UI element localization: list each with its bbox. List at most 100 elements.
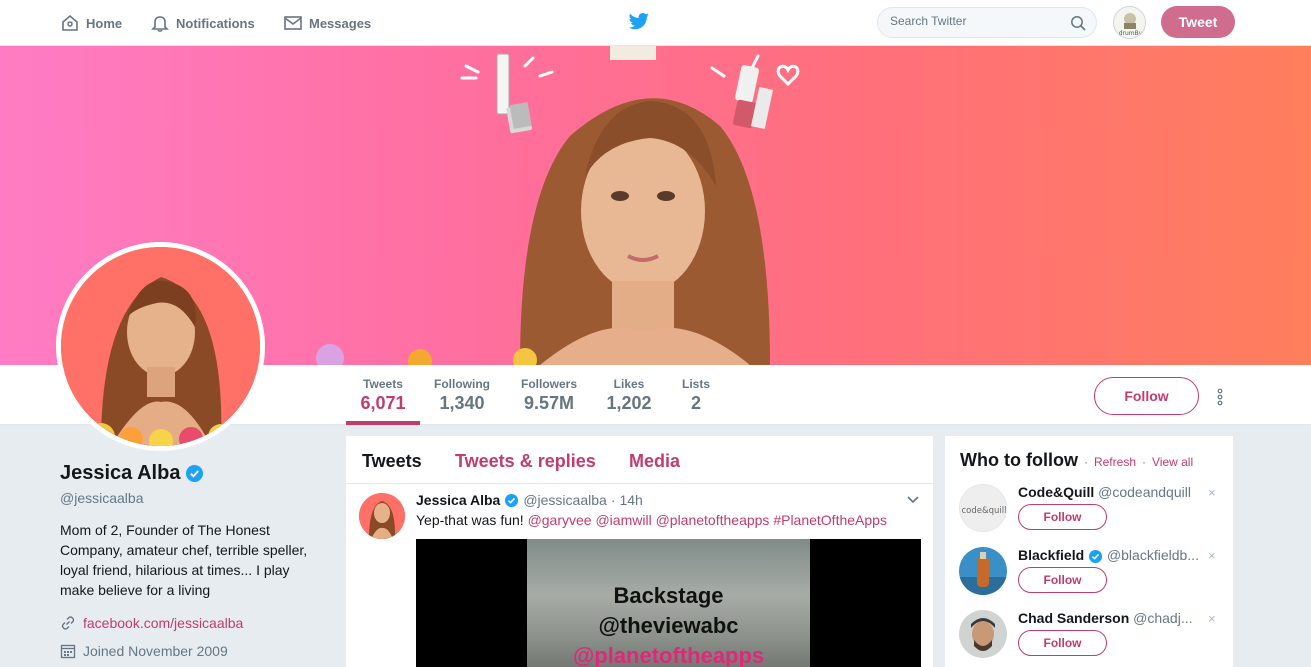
stat-value: 1,202: [606, 393, 652, 413]
stat-lists[interactable]: Lists 2: [676, 377, 716, 414]
profile-name: Jessica Alba: [60, 462, 204, 485]
suggestion-name[interactable]: Code&Quill: [1018, 484, 1094, 500]
tweet-author-name[interactable]: Jessica Alba: [416, 492, 500, 508]
stat-value: 9.57M: [523, 393, 575, 413]
website-link[interactable]: facebook.com/jessicaalba: [83, 615, 243, 631]
stat-followers[interactable]: Followers 9.57M: [514, 377, 584, 414]
tweet-text-plain: Yep-that was fun!: [416, 512, 528, 528]
profile-website[interactable]: facebook.com/jessicaalba: [60, 615, 243, 631]
home-icon: [62, 14, 78, 31]
suggestion-avatar[interactable]: [959, 610, 1007, 658]
suggestion-name[interactable]: Chad Sanderson: [1018, 610, 1129, 626]
suggestion-name[interactable]: Blackfield: [1018, 547, 1084, 563]
stat-likes[interactable]: Likes 1,202: [602, 377, 656, 414]
verified-badge-icon: [1088, 549, 1103, 563]
profile-joined: Joined November 2009: [60, 643, 228, 659]
search-icon[interactable]: [1070, 15, 1086, 31]
tweet-timestamp[interactable]: 14h: [619, 492, 642, 508]
profile-handle: @jessicaalba: [60, 490, 144, 506]
chevron-down-icon[interactable]: [906, 494, 920, 506]
tab-tweets-and-replies[interactable]: Tweets & replies: [455, 451, 596, 472]
stat-label: Lists: [681, 377, 710, 391]
link-icon: [61, 616, 75, 630]
stat-label: Tweets: [363, 377, 403, 391]
bottle-photo-icon: [959, 547, 1007, 595]
nav-home[interactable]: Home: [60, 13, 122, 33]
tab-tweets[interactable]: Tweets: [362, 451, 422, 472]
video-frame: Backstage @theviewabc @planetoftheapps: [527, 539, 810, 667]
stat-label: Following: [434, 377, 490, 391]
compose-tweet-button[interactable]: Tweet: [1161, 6, 1235, 38]
suggestion-handle: @codeandquill: [1098, 484, 1191, 500]
tweet-author-handle[interactable]: @jessicaalba: [523, 492, 606, 508]
suggestion-handle: @blackfieldb...: [1106, 547, 1199, 563]
suggestion-follow-button[interactable]: Follow: [1018, 630, 1107, 656]
view-all-link[interactable]: View all: [1152, 455, 1193, 469]
suggestion-identity: Chad Sanderson @chadj...: [1018, 610, 1202, 626]
more-options-icon[interactable]: [1213, 387, 1227, 407]
follow-button[interactable]: Follow: [1094, 377, 1199, 415]
suggestion-follow-button[interactable]: Follow: [1018, 504, 1107, 530]
nav-messages-label: Messages: [309, 15, 372, 31]
stat-value: 6,071: [360, 393, 406, 413]
nav-notifications[interactable]: Notifications: [150, 13, 255, 33]
active-tab-indicator: [346, 421, 420, 425]
suggestion-item[interactable]: code&quill Code&Quill @codeandquill Foll…: [959, 484, 1229, 544]
calendar-icon: [60, 644, 76, 659]
refresh-link[interactable]: Refresh: [1094, 455, 1136, 469]
tab-media[interactable]: Media: [629, 451, 680, 472]
envelope-icon: [284, 16, 302, 30]
verified-badge-icon: [505, 493, 519, 507]
nav-notifications-label: Notifications: [176, 15, 255, 31]
tweet-media-video[interactable]: Backstage @theviewabc @planetoftheapps: [416, 539, 921, 667]
search-box[interactable]: [877, 7, 1097, 38]
account-avatar[interactable]: drumBy: [1113, 6, 1146, 39]
video-caption-line: Backstage: [613, 583, 724, 608]
bell-icon: [151, 16, 169, 32]
dismiss-icon[interactable]: ×: [1208, 611, 1216, 626]
suggestion-identity: Code&Quill @codeandquill: [1018, 484, 1202, 500]
who-to-follow-panel: Who to follow · Refresh · View all code&…: [945, 436, 1233, 667]
who-to-follow-header: Who to follow · Refresh · View all: [960, 450, 1193, 471]
stat-value: 1,340: [439, 393, 485, 413]
suggestion-identity: Blackfield @blackfieldb...: [1018, 547, 1202, 564]
codeandquill-logo-icon: code&quill: [962, 506, 1007, 516]
stat-label: Followers: [520, 377, 577, 391]
tweet-header: Jessica Alba @jessicaalba · 14h: [416, 492, 643, 508]
drumby-logo-icon: drumBy: [1119, 13, 1143, 37]
suggestion-avatar[interactable]: code&quill: [959, 484, 1007, 532]
profile-name-text: Jessica Alba: [60, 462, 181, 484]
dismiss-icon[interactable]: ×: [1208, 548, 1216, 563]
nav-messages[interactable]: Messages: [283, 13, 371, 33]
stat-following[interactable]: Following 1,340: [430, 377, 494, 414]
profile-avatar[interactable]: [56, 242, 265, 451]
banner-portrait: [520, 98, 770, 365]
nav-home-label: Home: [86, 15, 123, 31]
tweet-mentions[interactable]: @garyvee @iamwill @planetoftheapps #Plan…: [528, 512, 887, 528]
tweet-text: Yep-that was fun! @garyvee @iamwill @pla…: [416, 512, 887, 528]
tweet-avatar-photo: [359, 493, 405, 539]
stat-label: Likes: [613, 377, 645, 391]
suggestion-avatar[interactable]: [959, 547, 1007, 595]
stat-tweets[interactable]: Tweets 6,071: [346, 377, 420, 414]
suggestion-item[interactable]: Chad Sanderson @chadj... Follow ×: [959, 610, 1229, 667]
person-photo-icon: [959, 610, 1007, 658]
search-input[interactable]: [890, 14, 1060, 28]
video-caption-line: @theviewabc: [598, 613, 739, 638]
profile-bio: Mom of 2, Founder of The Honest Company,…: [60, 522, 308, 598]
header-dot-separator: ·: [1142, 455, 1146, 469]
tweet-author-avatar[interactable]: [359, 493, 405, 539]
heart-icon: [776, 64, 800, 87]
profile-photo: [61, 247, 260, 446]
dismiss-icon[interactable]: ×: [1208, 485, 1216, 500]
svg-text:code&quill: code&quill: [962, 506, 1007, 516]
suggestion-item[interactable]: Blackfield @blackfieldb... Follow ×: [959, 547, 1229, 607]
timeline-tabs: Tweets Tweets & replies Media: [346, 436, 933, 484]
stat-value: 2: [690, 393, 701, 413]
twitter-bird-icon[interactable]: [628, 12, 650, 32]
joined-date: Joined November 2009: [83, 643, 228, 659]
suggestion-follow-button[interactable]: Follow: [1018, 567, 1107, 593]
suggestion-handle: @chadj...: [1133, 610, 1193, 626]
top-navigation-bar: Home Notifications Messages drumBy Tweet: [0, 0, 1311, 46]
svg-text:drumBy: drumBy: [1119, 30, 1143, 37]
